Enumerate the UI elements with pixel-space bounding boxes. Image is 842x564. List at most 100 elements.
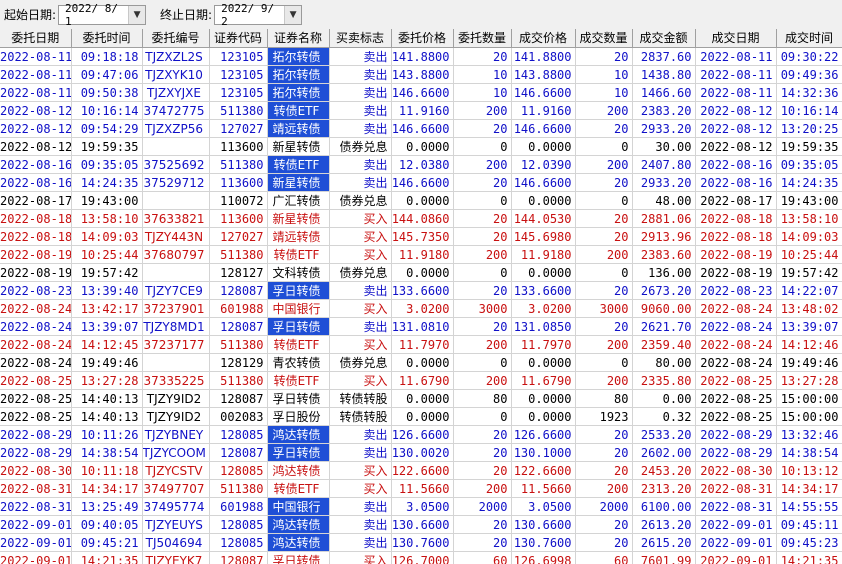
table-row[interactable]: 2022-08-11 09:18:18 TJZXZL2S 123105 拓尔转债 卖出 14… <box>0 47 842 66</box>
table-cell: 130.6600 <box>511 515 576 534</box>
table-row[interactable]: 2022-08-12 10:16:14 37472775 511380 转债ETF 卖出 1… <box>0 101 842 120</box>
table-cell: 0.0000 <box>391 407 454 426</box>
table-cell: 601988 <box>209 497 268 516</box>
table-row[interactable]: 2022-08-19 10:25:44 37680797 511380 转债ETF 买入 1… <box>0 245 842 264</box>
table-row[interactable]: 2022-08-30 10:11:18 TJZYCSTV 128085 鸿达转债 买入 12… <box>0 461 842 480</box>
table-cell: 2022-09-01 <box>0 533 72 552</box>
column-header[interactable]: 成交数量 <box>575 29 633 48</box>
table-cell: TJZXYK10 <box>142 65 210 84</box>
table-cell: 20 <box>575 119 633 138</box>
table-cell: 20 <box>575 173 633 192</box>
table-row[interactable]: 2022-08-24 13:42:17 37237901 601988 中国银行 买入 3.… <box>0 299 842 318</box>
start-date-value[interactable]: 2022/ 8/ 1 <box>59 2 128 28</box>
table-cell: 2933.20 <box>632 173 696 192</box>
table-cell: 拓尔转债 <box>267 83 330 102</box>
table-cell: 131.0810 <box>391 317 454 336</box>
table-row[interactable]: 2022-08-25 14:40:13 TJZY9ID2 128087 孚日转债 转债转股… <box>0 389 842 408</box>
table-row[interactable]: 2022-08-24 13:39:07 TJZY8MD1 128087 孚日转债 卖出 13… <box>0 317 842 336</box>
table-row[interactable]: 2022-08-29 14:38:54 TJZYCOOM 128087 孚日转债 卖出 13… <box>0 443 842 462</box>
table-row[interactable]: 2022-08-25 13:27:28 37335225 511380 转债ETF 买入 1… <box>0 371 842 390</box>
end-date-picker[interactable]: 2022/ 9/ 2 ▼ <box>214 2 303 28</box>
chevron-down-icon[interactable]: ▼ <box>128 5 146 24</box>
table-cell: 2673.20 <box>632 281 696 300</box>
table-cell: 2022-08-19 <box>695 245 777 264</box>
column-header[interactable]: 委托编号 <box>142 29 210 48</box>
column-header[interactable]: 委托时间 <box>71 29 143 48</box>
table-row[interactable]: 2022-08-11 09:47:06 TJZXYK10 123105 拓尔转债 卖出 14… <box>0 65 842 84</box>
column-header[interactable]: 成交金额 <box>632 29 696 48</box>
table-cell: 09:35:05 <box>71 155 143 174</box>
table-row[interactable]: 2022-08-16 14:24:35 37529712 113600 新星转债 卖出 14… <box>0 173 842 192</box>
table-row[interactable]: 2022-08-12 19:59:35 113600 新星转债 债券兑息 0.0000 0 0… <box>0 137 842 156</box>
column-header[interactable]: 委托数量 <box>453 29 512 48</box>
table-cell: 14:38:54 <box>776 443 842 462</box>
table-row[interactable]: 2022-08-12 09:54:29 TJZXZP56 127027 靖远转债 卖出 14… <box>0 119 842 138</box>
column-header[interactable]: 买卖标志 <box>329 29 392 48</box>
table-row[interactable]: 2022-08-23 13:39:40 TJZY7CE9 128087 孚日转债 卖出 13… <box>0 281 842 300</box>
table-cell: 2881.06 <box>632 209 696 228</box>
orders-grid[interactable]: 委托日期 委托时间 委托编号 证券代码 证券名称 买卖标志 委托价格 委托数量 成交价格 成交数量… <box>0 29 842 564</box>
table-row[interactable]: 2022-08-19 19:57:42 128127 文科转债 债券兑息 0.0000 0 0… <box>0 263 842 282</box>
table-row[interactable]: 2022-08-18 13:58:10 37633821 113600 新星转债 买入 14… <box>0 209 842 228</box>
table-cell: 127027 <box>209 119 268 138</box>
table-row[interactable]: 2022-08-18 14:09:03 TJZY443N 127027 靖远转债 买入 14… <box>0 227 842 246</box>
table-cell: 2022-08-12 <box>695 119 777 138</box>
start-date-picker[interactable]: 2022/ 8/ 1 ▼ <box>58 2 147 28</box>
table-cell: 0.0000 <box>391 389 454 408</box>
table-cell: 拓尔转债 <box>267 47 330 66</box>
table-row[interactable]: 2022-08-17 19:43:00 110072 广汇转债 债券兑息 0.0000 0 0… <box>0 191 842 210</box>
date-filter-bar: 起始日期: 2022/ 8/ 1 ▼ 终止日期: 2022/ 9/ 2 ▼ <box>0 0 842 29</box>
table-row[interactable]: 2022-08-11 09:50:38 TJZXYJXE 123105 拓尔转债 卖出 14… <box>0 83 842 102</box>
table-cell: 2022-08-24 <box>0 335 72 354</box>
table-row[interactable]: 2022-09-01 14:21:35 TJZYEYK7 128087 孚日转债 买入 12… <box>0 551 842 564</box>
table-cell: 133.6600 <box>391 281 454 300</box>
table-row[interactable]: 2022-09-01 09:40:05 TJZYEUYS 128085 鸿达转债 卖出 13… <box>0 515 842 534</box>
table-cell: 146.6600 <box>511 173 576 192</box>
column-header[interactable]: 委托价格 <box>391 29 454 48</box>
end-date-value[interactable]: 2022/ 9/ 2 <box>215 2 284 28</box>
table-cell: 卖出 <box>329 65 392 84</box>
table-cell: 0.0000 <box>511 263 576 282</box>
table-cell: 0.0000 <box>511 389 576 408</box>
chevron-down-icon[interactable]: ▼ <box>284 5 302 24</box>
table-cell: 130.0020 <box>391 443 454 462</box>
table-cell: 11.9180 <box>391 245 454 264</box>
table-cell: 20 <box>575 461 633 480</box>
table-row[interactable]: 2022-08-31 14:34:17 37497707 511380 转债ETF 买入 1… <box>0 479 842 498</box>
table-cell: 10:16:14 <box>71 101 143 120</box>
table-cell: 10 <box>453 83 512 102</box>
table-cell: 2022-08-31 <box>0 479 72 498</box>
table-cell: 卖出 <box>329 101 392 120</box>
table-row[interactable]: 2022-08-29 10:11:26 TJZYBNEY 128085 鸿达转债 卖出 12… <box>0 425 842 444</box>
table-cell: 2022-08-24 <box>695 299 777 318</box>
table-row[interactable]: 2022-08-31 13:25:49 37495774 601988 中国银行 卖出 3.… <box>0 497 842 516</box>
column-header[interactable]: 成交时间 <box>776 29 842 48</box>
table-cell: 126.6998 <box>511 551 576 564</box>
table-cell: 128087 <box>209 281 268 300</box>
table-row[interactable]: 2022-09-01 09:45:21 TJ504694 128085 鸿达转债 卖出 13… <box>0 533 842 552</box>
column-header[interactable]: 证券名称 <box>267 29 330 48</box>
table-cell: 14:09:03 <box>776 227 842 246</box>
table-cell: 0 <box>453 191 512 210</box>
column-header[interactable]: 委托日期 <box>0 29 72 48</box>
column-header[interactable]: 证券代码 <box>209 29 268 48</box>
table-row[interactable]: 2022-08-24 19:49:46 128129 青农转债 债券兑息 0.0000 0 0… <box>0 353 842 372</box>
table-cell: 37680797 <box>142 245 210 264</box>
table-row[interactable]: 2022-08-25 14:40:13 TJZY9ID2 002083 孚日股份 转债转股… <box>0 407 842 426</box>
table-cell: 20 <box>575 227 633 246</box>
table-cell: 2022-08-18 <box>695 227 777 246</box>
table-cell: 19:59:35 <box>71 137 143 156</box>
column-header[interactable]: 成交价格 <box>511 29 576 48</box>
column-header[interactable]: 成交日期 <box>695 29 777 48</box>
table-row[interactable]: 2022-08-24 14:12:45 37237177 511380 转债ETF 买入 1… <box>0 335 842 354</box>
table-cell: 511380 <box>209 335 268 354</box>
table-cell: 2022-08-12 <box>0 119 72 138</box>
table-cell: 鸿达转债 <box>267 461 330 480</box>
table-cell: 转债ETF <box>267 101 330 120</box>
table-cell: 19:49:46 <box>776 353 842 372</box>
table-cell: 2621.70 <box>632 317 696 336</box>
table-cell: 2022-08-24 <box>0 299 72 318</box>
table-cell: 鸿达转债 <box>267 515 330 534</box>
table-row[interactable]: 2022-08-16 09:35:05 37525692 511380 转债ETF 卖出 1… <box>0 155 842 174</box>
table-cell: 转债转股 <box>329 389 392 408</box>
